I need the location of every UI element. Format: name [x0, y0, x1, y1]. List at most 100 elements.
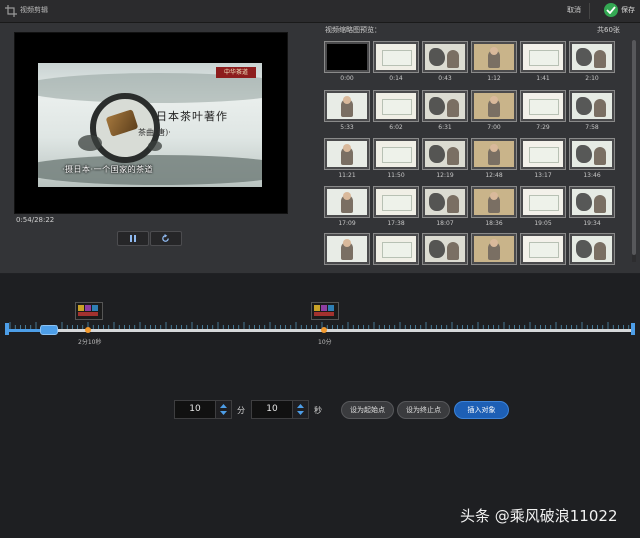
thumbnail-time: 6:02 [389, 124, 403, 131]
pause-button[interactable] [117, 231, 149, 246]
save-button[interactable]: 保存 [604, 2, 636, 20]
thumbnail-item[interactable] [569, 233, 615, 265]
timeline-ticks [9, 322, 630, 329]
replay-button[interactable] [150, 231, 182, 246]
thumbnail-item[interactable] [324, 186, 370, 218]
thumbnail-item[interactable] [520, 90, 566, 122]
end-point-pin[interactable] [321, 327, 327, 333]
thumbnail-time: 1:41 [536, 75, 550, 82]
thumbnail-image [376, 141, 416, 167]
thumbnail-item[interactable] [471, 186, 517, 218]
thumbnail-item[interactable] [569, 186, 615, 218]
thumbnail-item[interactable] [422, 90, 468, 122]
minutes-unit: 分 [237, 406, 245, 415]
thumbnail-time: 7:58 [585, 124, 599, 131]
thumbnail-item[interactable] [373, 233, 419, 265]
thumbnail-item[interactable] [422, 233, 468, 265]
marker-swatch [328, 305, 334, 311]
thumbnail-item[interactable] [422, 41, 468, 73]
thumbnail-time: 12:48 [485, 172, 503, 179]
up-down-arrow-icon [220, 404, 227, 415]
thumbnail-time: 6:31 [438, 124, 452, 131]
thumbnail-image [523, 141, 563, 167]
set-end-point-button[interactable]: 设为终止点 [397, 401, 450, 419]
timeline-progress [8, 329, 44, 332]
insert-object-button[interactable]: 插入对象 [454, 401, 509, 419]
thumbnail-item[interactable] [520, 186, 566, 218]
seconds-stepper[interactable]: 10 [251, 400, 309, 419]
thumbnail-item[interactable] [471, 233, 517, 265]
thumbnail-image [474, 236, 514, 262]
thumbnail-image [474, 44, 514, 70]
brush-stroke [429, 193, 445, 211]
set-start-point-button[interactable]: 设为起始点 [341, 401, 394, 419]
thumbnail-image [572, 236, 612, 262]
slide-card [382, 99, 412, 115]
thumbnail-item[interactable] [569, 138, 615, 170]
brush-stroke [429, 97, 445, 115]
slide-card [529, 147, 559, 163]
thumbnail-item[interactable] [471, 90, 517, 122]
timeline-track[interactable] [8, 329, 632, 332]
thumbnail-item[interactable] [569, 41, 615, 73]
start-point-pin[interactable] [85, 327, 91, 333]
clip-marker-start[interactable] [75, 302, 103, 320]
thumbnail-item[interactable] [471, 41, 517, 73]
clip-marker-end[interactable] [311, 302, 339, 320]
playhead-handle[interactable] [40, 325, 58, 335]
thumbnail-image [523, 93, 563, 119]
thumbnail-item[interactable] [373, 186, 419, 218]
thumbnail-image [425, 44, 465, 70]
presenter-figure [594, 242, 606, 260]
thumbnail-item[interactable] [324, 41, 370, 73]
thumbnail-item[interactable] [373, 90, 419, 122]
scrollbar-thumb[interactable] [632, 40, 636, 255]
minutes-stepper-arrows[interactable] [215, 401, 231, 418]
pause-icon [134, 235, 136, 242]
presenter-head [490, 96, 498, 104]
thumbnail-time: 18:36 [485, 220, 503, 227]
minutes-stepper[interactable]: 10 [174, 400, 232, 419]
minutes-value[interactable]: 10 [175, 404, 215, 414]
timeline-left-cap [5, 323, 9, 335]
thumbnail-image [523, 236, 563, 262]
checkmark-icon [604, 3, 618, 17]
thumbnail-image [425, 93, 465, 119]
thumbnail-image [327, 141, 367, 167]
thumbnail-item[interactable] [373, 138, 419, 170]
thumbnail-item[interactable] [324, 138, 370, 170]
video-overlay-subtitle: 茶曲(唐)· [138, 128, 171, 137]
thumbnail-item[interactable] [324, 90, 370, 122]
thumbnail-item[interactable] [324, 233, 370, 265]
slide-card [382, 195, 412, 211]
seconds-stepper-arrows[interactable] [292, 401, 308, 418]
presenter-figure [447, 50, 459, 68]
thumbnail-item[interactable] [373, 41, 419, 73]
video-frame[interactable]: 中华茶道 日本茶叶著作 茶曲(唐)· ·摄日本·一个国家的茶道 [38, 63, 262, 187]
thumbnail-image [327, 93, 367, 119]
toolbar-divider [589, 3, 590, 19]
timeline-right-cap [631, 323, 635, 335]
thumbnail-item[interactable] [520, 233, 566, 265]
thumbnail-item[interactable] [520, 41, 566, 73]
thumbnail-time: 19:05 [534, 220, 552, 227]
marker-end-time: 10分 [318, 339, 332, 346]
thumbnail-item[interactable] [520, 138, 566, 170]
marker-swatch [78, 312, 98, 316]
cancel-button[interactable]: 取消 [567, 5, 581, 15]
save-label: 保存 [621, 6, 635, 14]
seconds-value[interactable]: 10 [252, 404, 292, 414]
thumbnail-image [474, 189, 514, 215]
thumbnail-item[interactable] [422, 138, 468, 170]
thumbnail-time: 1:12 [487, 75, 501, 82]
thumbnail-item[interactable] [569, 90, 615, 122]
thumbnail-time: 12:19 [436, 172, 454, 179]
thumbnail-item[interactable] [471, 138, 517, 170]
marker-swatch [85, 305, 91, 311]
slide-card [529, 50, 559, 66]
thumbnail-image [425, 189, 465, 215]
thumbnail-image [425, 236, 465, 262]
marker-swatch [78, 305, 84, 311]
thumbnail-item[interactable] [422, 186, 468, 218]
presenter-figure [447, 147, 459, 165]
